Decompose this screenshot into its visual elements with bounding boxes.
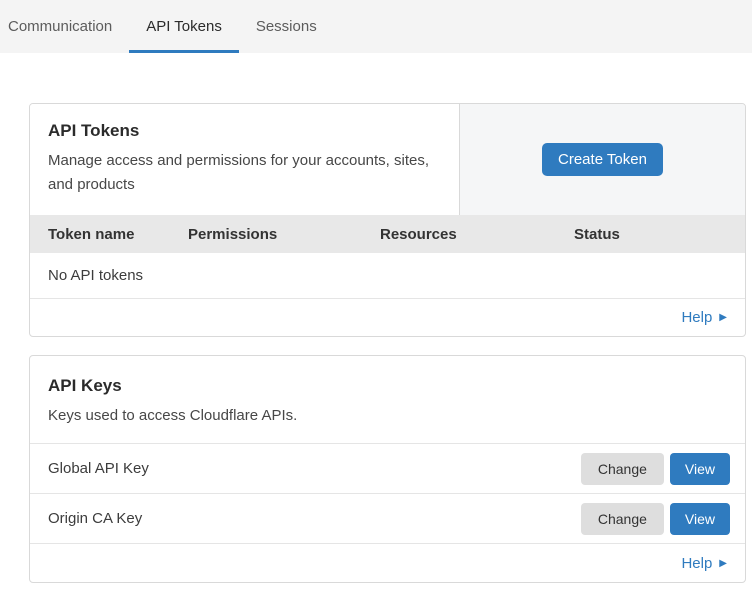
api-tokens-title: API Tokens (48, 121, 441, 141)
tokens-empty-message: No API tokens (48, 267, 143, 284)
change-origin-ca-key-button[interactable]: Change (581, 503, 664, 535)
keys-help-row: Help ▶ (30, 543, 745, 583)
tokens-help-link[interactable]: Help ▶ (681, 309, 727, 326)
key-row-global-api-key: Global API Key Change View (30, 443, 745, 493)
key-actions: Change View (581, 453, 730, 485)
help-arrow-icon: ▶ (719, 559, 727, 569)
tab-communication[interactable]: Communication (8, 0, 129, 53)
key-actions: Change View (581, 503, 730, 535)
tokens-help-row: Help ▶ (30, 299, 745, 336)
active-tab-indicator (129, 50, 239, 53)
change-global-api-key-button[interactable]: Change (581, 453, 664, 485)
api-keys-subtitle: Keys used to access Cloudflare APIs. (48, 404, 727, 428)
create-token-button[interactable]: Create Token (542, 143, 663, 176)
key-label: Origin CA Key (48, 510, 581, 527)
view-global-api-key-button[interactable]: View (670, 453, 730, 485)
column-header-permissions: Permissions (188, 226, 380, 243)
view-origin-ca-key-button[interactable]: View (670, 503, 730, 535)
api-tokens-card-header: API Tokens Manage access and permissions… (30, 104, 745, 215)
keys-help-link[interactable]: Help ▶ (681, 555, 727, 572)
tab-label: API Tokens (146, 18, 222, 35)
api-tokens-header-action-area: Create Token (460, 104, 745, 215)
api-tokens-card: API Tokens Manage access and permissions… (29, 103, 746, 337)
tab-bar: Communication API Tokens Sessions (0, 0, 752, 53)
column-header-status: Status (574, 226, 745, 243)
tab-api-tokens[interactable]: API Tokens (129, 0, 239, 53)
help-link-label: Help (681, 555, 712, 572)
help-arrow-icon: ▶ (719, 313, 727, 323)
api-keys-card: API Keys Keys used to access Cloudflare … (29, 355, 746, 583)
tokens-empty-state: No API tokens (30, 253, 745, 299)
api-tokens-header-text: API Tokens Manage access and permissions… (30, 104, 460, 215)
api-tokens-subtitle: Manage access and permissions for your a… (48, 149, 441, 197)
help-link-label: Help (681, 309, 712, 326)
api-keys-card-header: API Keys Keys used to access Cloudflare … (30, 356, 745, 443)
api-keys-title: API Keys (48, 376, 727, 396)
column-header-resources: Resources (380, 226, 574, 243)
tab-label: Communication (8, 18, 112, 35)
tab-label: Sessions (256, 18, 317, 35)
column-header-token-name: Token name (30, 226, 188, 243)
key-label: Global API Key (48, 460, 581, 477)
key-row-origin-ca-key: Origin CA Key Change View (30, 493, 745, 543)
tab-sessions[interactable]: Sessions (239, 0, 334, 53)
tokens-table-header: Token name Permissions Resources Status (30, 215, 745, 253)
